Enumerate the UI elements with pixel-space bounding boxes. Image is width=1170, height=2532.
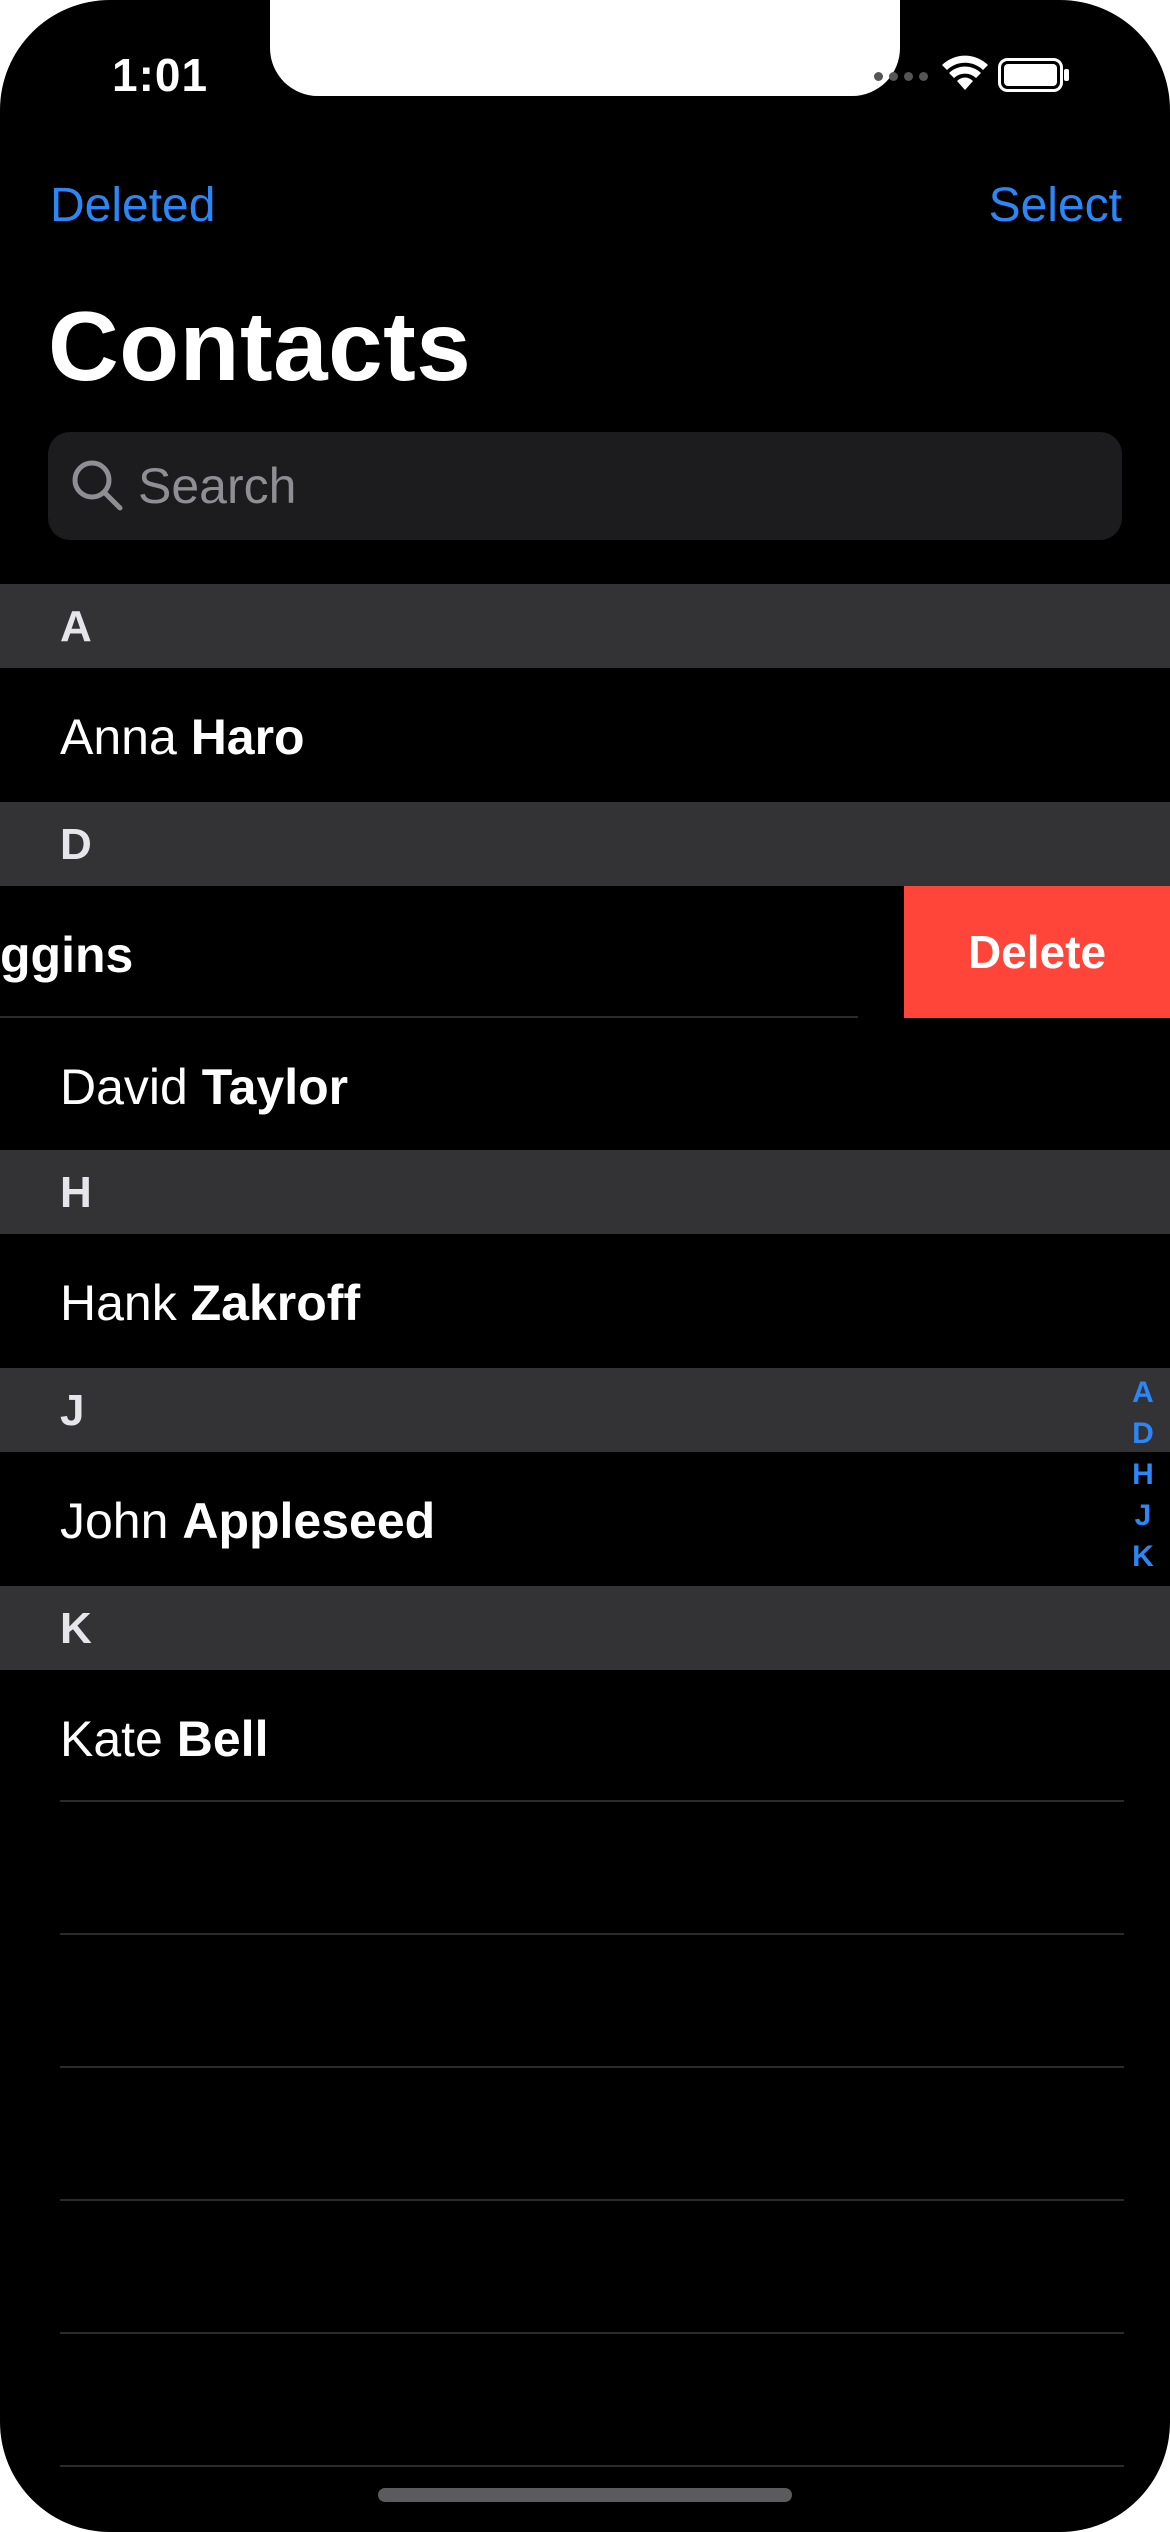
page-title: Contacts: [48, 291, 472, 401]
contact-name: Kate Bell: [60, 1710, 268, 1768]
contact-last-name: Zakroff: [190, 1275, 361, 1331]
contact-name: Hank Zakroff: [60, 1274, 360, 1332]
delete-button[interactable]: Delete: [904, 886, 1170, 1018]
section-header-h: H: [0, 1150, 1170, 1234]
index-letter-h[interactable]: H: [1132, 1454, 1154, 1495]
contact-name: John Appleseed: [60, 1492, 435, 1550]
contact-last-name: Haro: [190, 709, 305, 765]
contact-name: Anna Haro: [60, 708, 305, 766]
cellular-signal-icon: [874, 72, 928, 81]
index-letter-d[interactable]: D: [1132, 1413, 1154, 1454]
phone-screen: 1:01 Deleted Select Contacts A Anna Haro: [0, 0, 1170, 2532]
section-header-k: K: [0, 1586, 1170, 1670]
contact-row[interactable]: Anna Haro: [0, 668, 1170, 800]
index-letter-j[interactable]: J: [1135, 1495, 1152, 1536]
battery-icon: [998, 58, 1069, 92]
contact-first-name: Hank: [60, 1275, 177, 1331]
contact-row[interactable]: Kate Bell: [0, 1670, 1170, 1802]
home-indicator[interactable]: [378, 2488, 792, 2502]
contact-row[interactable]: John Appleseed: [0, 1452, 1170, 1584]
contact-first-name: Kate: [60, 1711, 163, 1767]
section-header-d: D: [0, 802, 1170, 886]
contact-last-name: Appleseed: [182, 1493, 436, 1549]
section-header-j: J: [0, 1368, 1170, 1452]
contact-last-name: Bell: [176, 1711, 269, 1767]
swiped-contact-row[interactable]: ggins Delete: [0, 886, 1170, 1018]
contact-last-name: Taylor: [201, 1059, 349, 1115]
contact-row[interactable]: Hank Zakroff: [0, 1234, 1170, 1366]
status-time: 1:01: [112, 49, 209, 101]
row-separator: [60, 2199, 1124, 2201]
index-letter-k[interactable]: K: [1132, 1536, 1154, 1577]
deleted-button[interactable]: Deleted: [50, 178, 215, 233]
contact-row[interactable]: David Taylor: [0, 1018, 1170, 1150]
section-letter: K: [60, 1604, 92, 1653]
section-letter: H: [60, 1168, 92, 1217]
row-separator: [60, 1933, 1124, 1935]
contact-first-name: John: [60, 1493, 169, 1549]
row-separator: [60, 2332, 1124, 2334]
section-letter: A: [60, 602, 92, 651]
search-input[interactable]: [138, 432, 1098, 540]
search-icon: [72, 460, 123, 511]
section-letter: J: [60, 1386, 85, 1435]
select-button[interactable]: Select: [989, 178, 1122, 233]
row-separator: [60, 2066, 1124, 2068]
contact-first-name: David: [60, 1059, 188, 1115]
row-separator: [60, 2465, 1124, 2467]
contact-first-name: Anna: [60, 709, 177, 765]
wifi-icon: [942, 55, 988, 90]
row-separator: [60, 1800, 1124, 1802]
index-letter-a[interactable]: A: [1132, 1372, 1154, 1413]
search-bar[interactable]: [48, 432, 1122, 540]
section-header-a: A: [0, 584, 1170, 668]
contact-name: David Taylor: [60, 1058, 348, 1116]
status-icons: [874, 54, 1114, 94]
notch: [270, 0, 900, 96]
contact-last-name: ggins: [0, 927, 134, 983]
section-letter: D: [60, 820, 92, 869]
section-index[interactable]: A D H J K: [1128, 1372, 1158, 1577]
